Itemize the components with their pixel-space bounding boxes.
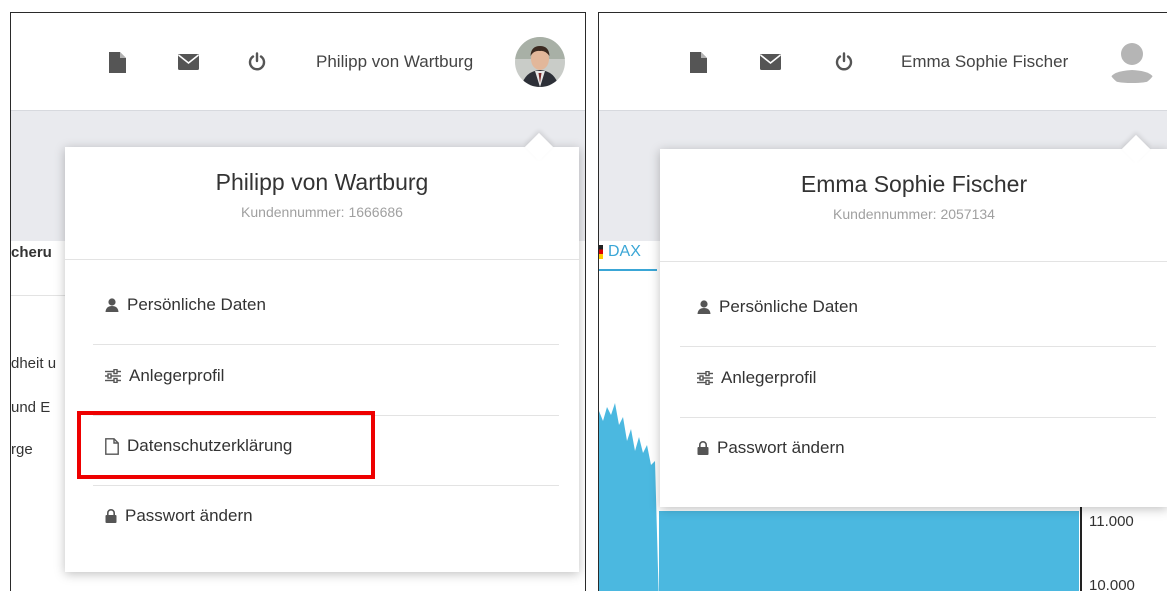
menu-item-label: Passwort ändern <box>125 506 253 525</box>
menu-item-investor-profile[interactable]: Anlegerprofil <box>105 366 224 386</box>
divider <box>65 259 579 260</box>
document-icon[interactable] <box>106 51 128 73</box>
tab-underline <box>599 269 657 271</box>
power-icon[interactable] <box>833 51 855 73</box>
lock-icon <box>697 441 709 455</box>
user-name[interactable]: Philipp von Wartburg <box>316 51 473 73</box>
right-panel: Emma Sophie Fischer DAX 11.000 10.000 Em… <box>598 12 1167 591</box>
background-text: rge <box>11 441 33 458</box>
avatar[interactable] <box>515 37 565 87</box>
divider <box>11 295 71 296</box>
menu-item-label: Persönliche Daten <box>127 295 266 314</box>
menu-item-label: Passwort ändern <box>717 438 845 457</box>
dropdown-header: Emma Sophie Fischer Kundennummer: 205713… <box>660 171 1167 222</box>
divider <box>660 261 1167 262</box>
menu-item-label: Persönliche Daten <box>719 297 858 316</box>
user-icon <box>697 300 711 314</box>
document-icon[interactable] <box>687 51 709 73</box>
avatar-placeholder[interactable] <box>1107 37 1157 87</box>
header-bar: Philipp von Wartburg <box>11 13 585 111</box>
mail-icon[interactable] <box>759 51 781 73</box>
menu-item-change-password[interactable]: Passwort ändern <box>697 438 845 458</box>
sliders-icon <box>697 371 713 385</box>
menu-item-personal-data[interactable]: Persönliche Daten <box>697 297 858 317</box>
dropdown-user-name: Emma Sophie Fischer <box>800 171 1028 197</box>
menu-item-change-password[interactable]: Passwort ändern <box>105 506 253 526</box>
user-dropdown: Emma Sophie Fischer Kundennummer: 205713… <box>660 134 1167 507</box>
customer-number: Kundennummer: 2057134 <box>833 206 995 222</box>
tab-dax[interactable]: DAX <box>608 243 641 261</box>
sliders-icon <box>105 369 121 383</box>
menu-item-label: Anlegerprofil <box>721 368 817 387</box>
left-panel: Philipp von Wartburg cheru dheit u und E… <box>10 12 586 591</box>
customer-number: Kundennummer: 1666686 <box>241 204 403 220</box>
flag-icon <box>599 245 603 259</box>
background-text: dheit u <box>11 355 57 372</box>
y-tick-label: 10.000 <box>1089 577 1135 591</box>
menu-item-personal-data[interactable]: Persönliche Daten <box>105 295 266 315</box>
mail-icon[interactable] <box>177 51 199 73</box>
user-icon <box>105 298 119 312</box>
dropdown-user-name: Philipp von Wartburg <box>215 169 429 195</box>
menu-item-investor-profile[interactable]: Anlegerprofil <box>697 368 816 388</box>
menu-item-label: Anlegerprofil <box>129 366 225 385</box>
dropdown-header: Philipp von Wartburg Kundennummer: 16666… <box>65 169 579 220</box>
divider <box>93 344 559 345</box>
lock-icon <box>105 509 117 523</box>
user-name[interactable]: Emma Sophie Fischer <box>901 51 1068 73</box>
power-icon[interactable] <box>246 51 268 73</box>
user-dropdown: Philipp von Wartburg Kundennummer: 16666… <box>65 132 579 572</box>
background-text: und E <box>11 399 51 416</box>
divider <box>680 417 1156 418</box>
background-text: cheru <box>11 244 52 261</box>
divider <box>93 485 559 486</box>
y-tick-label: 11.000 <box>1089 513 1134 530</box>
header-bar: Emma Sophie Fischer <box>599 13 1167 111</box>
highlight-box <box>77 411 375 479</box>
divider <box>680 346 1156 347</box>
